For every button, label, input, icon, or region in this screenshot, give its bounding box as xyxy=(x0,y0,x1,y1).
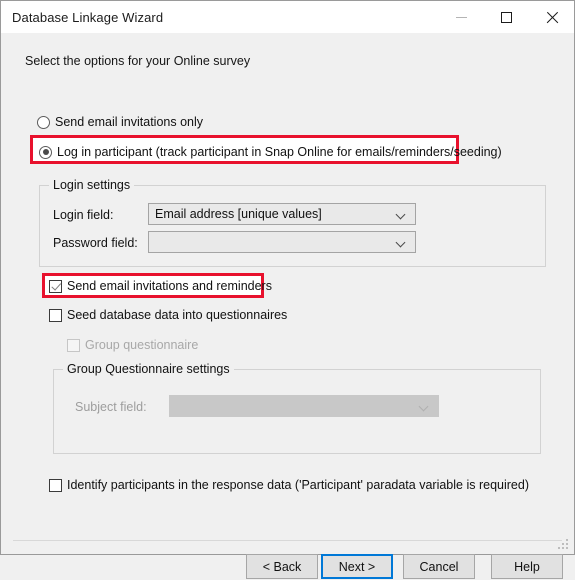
resize-grip[interactable] xyxy=(558,539,570,551)
window-title: Database Linkage Wizard xyxy=(12,9,164,25)
group-title-group-questionnaire-settings: Group Questionnaire settings xyxy=(63,362,234,376)
checkbox-icon-disabled xyxy=(67,338,80,352)
password-field-combobox[interactable] xyxy=(148,231,416,253)
checkbox-identify-participants[interactable]: Identify participants in the response da… xyxy=(49,478,529,492)
checkbox-seed-database-data[interactable]: Seed database data into questionnaires xyxy=(49,308,287,322)
close-button[interactable] xyxy=(529,1,574,33)
subject-field-label: Subject field: xyxy=(75,400,147,414)
password-field-label: Password field: xyxy=(53,236,138,250)
checkbox-icon-unchecked xyxy=(49,308,62,322)
minimize-button[interactable] xyxy=(439,1,484,33)
title-bar: Database Linkage Wizard xyxy=(1,1,574,33)
subject-field-combobox xyxy=(169,395,439,417)
radio-label: Send email invitations only xyxy=(55,115,203,129)
login-field-label: Login field: xyxy=(53,208,114,222)
radio-label: Log in participant (track participant in… xyxy=(57,145,502,159)
dialog-window: Database Linkage Wizard Select the optio… xyxy=(0,0,575,579)
checkbox-label: Send email invitations and reminders xyxy=(67,279,272,293)
back-button[interactable]: < Back xyxy=(246,554,318,579)
next-button[interactable]: Next > xyxy=(321,554,393,579)
button-bar: < Back Next > Cancel Help xyxy=(1,554,574,580)
login-field-value: Email address [unique values] xyxy=(155,207,322,221)
group-login-settings: Login settings xyxy=(39,178,546,267)
login-field-combobox[interactable]: Email address [unique values] xyxy=(148,203,416,225)
close-icon xyxy=(545,11,558,24)
radio-icon-checked xyxy=(39,145,52,159)
dialog-body: Select the options for your Online surve… xyxy=(1,33,574,579)
help-button[interactable]: Help xyxy=(491,554,563,579)
maximize-button[interactable] xyxy=(484,1,529,33)
checkbox-label: Group questionnaire xyxy=(85,338,199,352)
checkbox-label: Seed database data into questionnaires xyxy=(67,308,288,322)
chevron-down-icon xyxy=(397,210,406,219)
group-title-login-settings: Login settings xyxy=(49,178,135,192)
cancel-button[interactable]: Cancel xyxy=(403,554,475,579)
checkbox-send-email-invitations-and-reminders[interactable]: Send email invitations and reminders xyxy=(49,279,272,293)
footer-divider xyxy=(13,540,562,541)
window-controls xyxy=(439,1,574,33)
checkbox-group-questionnaire: Group questionnaire xyxy=(67,338,198,352)
chevron-down-icon xyxy=(397,238,406,247)
instruction-text: Select the options for your Online surve… xyxy=(25,54,251,68)
radio-log-in-participant[interactable]: Log in participant (track participant in… xyxy=(39,145,502,159)
checkbox-label: Identify participants in the response da… xyxy=(67,478,529,492)
radio-send-email-invitations-only[interactable]: Send email invitations only xyxy=(37,115,203,129)
minimize-icon xyxy=(456,16,467,18)
chevron-down-icon xyxy=(420,402,429,411)
radio-icon-unchecked xyxy=(37,115,50,129)
checkbox-icon-unchecked xyxy=(49,478,62,492)
checkbox-icon-checked xyxy=(49,279,62,293)
maximize-icon xyxy=(501,11,512,23)
